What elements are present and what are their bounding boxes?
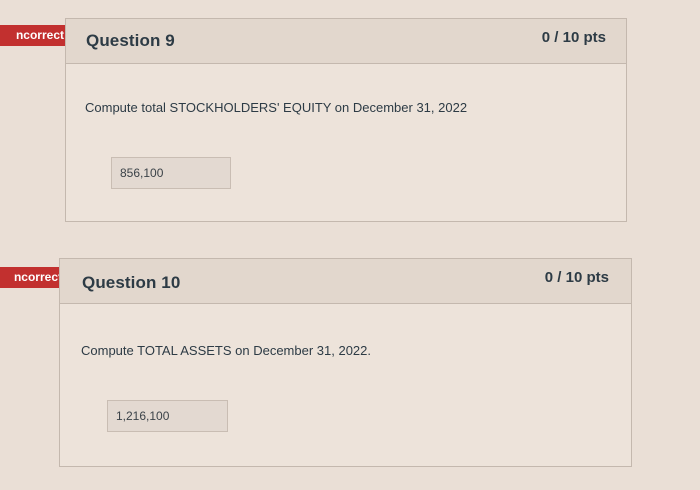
question-prompt: Compute total STOCKHOLDERS' EQUITY on De… [85,100,468,115]
answer-field[interactable]: 856,100 [111,157,231,189]
incorrect-badge-label: ncorrect [15,28,64,42]
question-title: Question 9 [86,31,175,50]
question-title: Question 10 [82,273,181,292]
question-prompt: Compute TOTAL ASSETS on December 31, 202… [81,343,372,358]
incorrect-badge: ncorrect [0,267,78,288]
question-points: 0 / 10 pts [544,269,609,286]
question-header: Question 10 0 / 10 pts [60,259,631,304]
question-card: Question 9 0 / 10 pts Compute total STOC… [65,18,627,222]
question-points: 0 / 10 pts [541,29,606,46]
question-card: Question 10 0 / 10 pts Compute TOTAL ASS… [59,258,632,467]
question-header: Question 9 0 / 10 pts [66,19,626,64]
incorrect-badge-label: ncorrect [13,270,62,284]
incorrect-badge: ncorrect [0,25,80,46]
answer-field[interactable]: 1,216,100 [107,400,228,432]
